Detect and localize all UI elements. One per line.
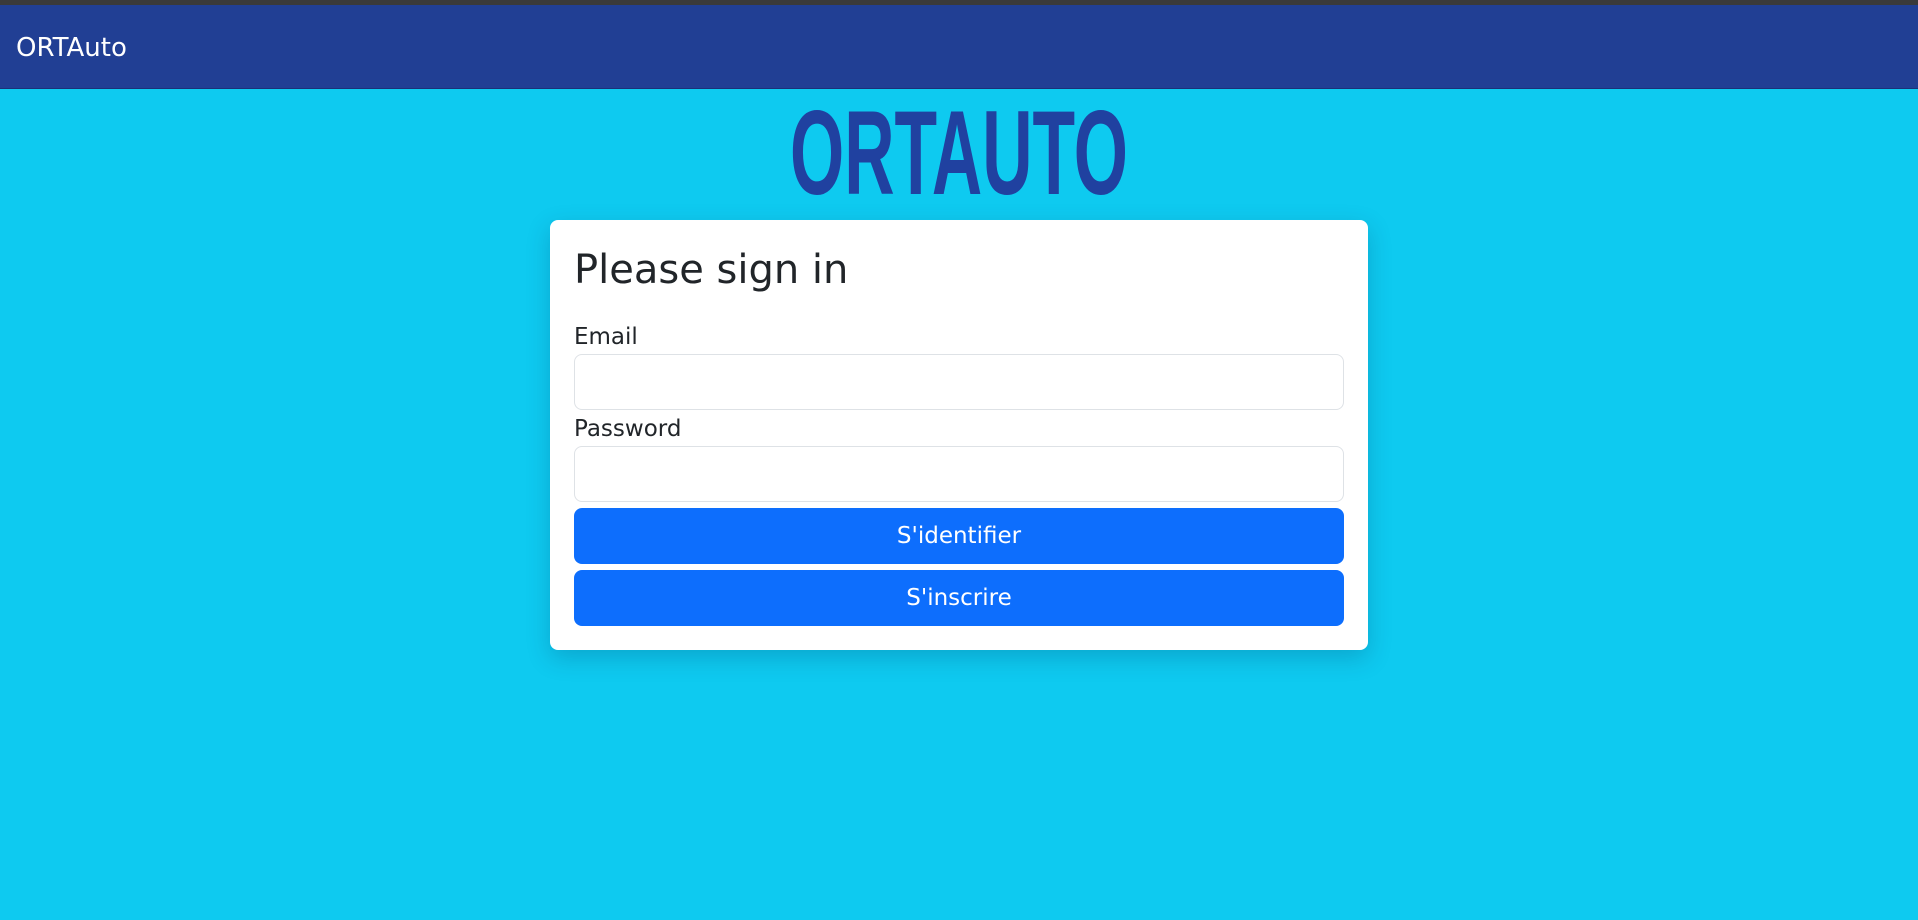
navbar: ORTAuto [0, 5, 1918, 89]
email-label: Email [574, 324, 638, 350]
email-field[interactable] [574, 354, 1344, 410]
password-field[interactable] [574, 446, 1344, 502]
navbar-brand[interactable]: ORTAuto [16, 32, 127, 64]
ortauto-logo-image: ORTAUTO [790, 86, 1128, 220]
page-title: Please sign in [574, 247, 849, 293]
login-card: Please sign in Email Password S'identifi… [550, 220, 1368, 650]
ortauto-logo: ORTAUTO [788, 86, 1130, 220]
register-button[interactable]: S'inscrire [574, 570, 1344, 626]
logo-text: ORTAUTO [790, 100, 1128, 200]
login-button[interactable]: S'identifier [574, 508, 1344, 564]
password-label: Password [574, 416, 682, 442]
